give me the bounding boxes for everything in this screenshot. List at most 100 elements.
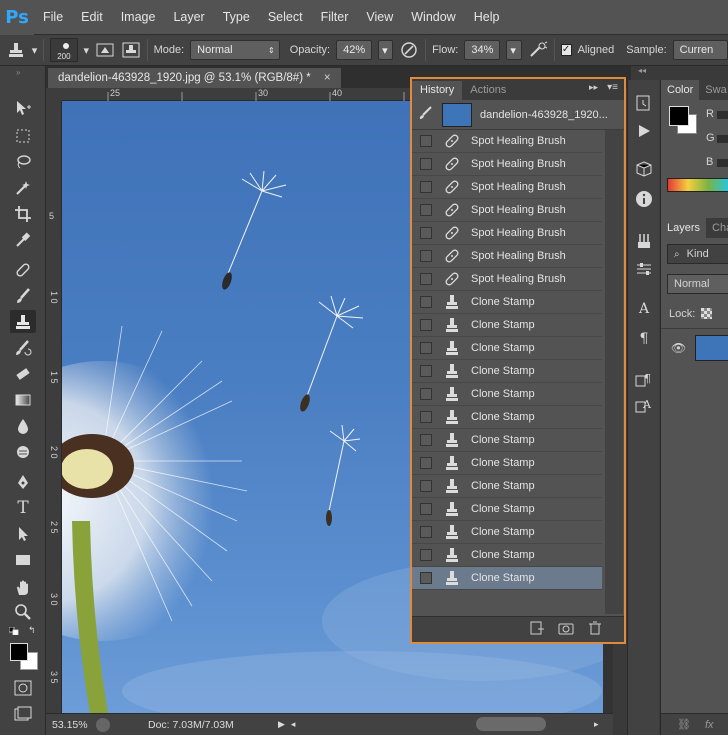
history-source-checkbox[interactable] xyxy=(420,388,432,400)
visibility-eye-icon[interactable]: 👁 xyxy=(671,341,686,355)
rectangle-tool-icon[interactable] xyxy=(10,548,36,571)
history-source-checkbox[interactable] xyxy=(420,526,432,538)
history-source-checkbox[interactable] xyxy=(420,549,432,561)
quick-selection-tool-icon[interactable] xyxy=(10,176,36,199)
history-state-row[interactable]: Spot Healing Brush xyxy=(412,199,602,222)
menu-edit[interactable]: Edit xyxy=(72,0,112,35)
history-scrollbar[interactable] xyxy=(605,130,623,614)
menu-help[interactable]: Help xyxy=(465,0,509,35)
history-source-checkbox[interactable] xyxy=(420,319,432,331)
history-state-row[interactable]: Spot Healing Brush xyxy=(412,245,602,268)
default-colors-icon[interactable] xyxy=(8,626,19,636)
collapse-panel-icon[interactable]: ▸▸ xyxy=(589,82,598,93)
opacity-input[interactable]: 42% xyxy=(336,40,373,60)
brush-presets-panel-icon[interactable] xyxy=(632,230,656,252)
hand-tool-icon[interactable] xyxy=(10,576,36,599)
new-snapshot-camera-icon[interactable] xyxy=(558,621,574,638)
tab-color[interactable]: Color xyxy=(661,80,700,100)
history-state-row[interactable]: Spot Healing Brush xyxy=(412,153,602,176)
eraser-tool-icon[interactable] xyxy=(10,362,36,385)
menu-type[interactable]: Type xyxy=(214,0,259,35)
history-source-checkbox[interactable] xyxy=(420,250,432,262)
layer-style-fx-icon[interactable]: fx xyxy=(705,719,714,731)
history-state-row[interactable]: Clone Stamp xyxy=(412,360,602,383)
history-state-row[interactable]: Clone Stamp xyxy=(412,452,602,475)
zoom-tool-icon[interactable] xyxy=(10,600,36,623)
close-tab-icon[interactable]: × xyxy=(324,72,331,84)
layer-filter-kind[interactable]: ⌕ Kind xyxy=(667,244,728,264)
blend-mode-select[interactable]: Normal xyxy=(667,274,728,294)
sample-select[interactable]: Curren xyxy=(672,40,728,60)
link-layers-icon[interactable]: ⛓ xyxy=(677,718,691,731)
history-source-checkbox[interactable] xyxy=(420,434,432,446)
path-selection-tool-icon[interactable] xyxy=(10,522,36,545)
history-source-checkbox[interactable] xyxy=(420,158,432,170)
quick-mask-icon[interactable] xyxy=(10,676,36,699)
history-state-row[interactable]: Clone Stamp xyxy=(412,475,602,498)
lock-transparency-icon[interactable] xyxy=(701,308,712,319)
eyedropper-tool-icon[interactable] xyxy=(10,228,36,251)
clone-stamp-tool-preset-icon[interactable] xyxy=(6,39,26,61)
vertical-ruler[interactable]: 5 1 0 1 5 2 0 2 5 3 0 3 5 xyxy=(46,101,62,713)
history-source-checkbox[interactable] xyxy=(420,457,432,469)
info-panel-icon[interactable] xyxy=(632,188,656,210)
ruler-origin[interactable] xyxy=(46,88,62,101)
history-brush-tool-icon[interactable] xyxy=(10,336,36,359)
menu-window[interactable]: Window xyxy=(402,0,464,35)
history-source-checkbox[interactable] xyxy=(420,503,432,515)
paragraph-styles-icon[interactable]: ¶ xyxy=(632,368,656,390)
move-tool-icon[interactable] xyxy=(10,96,36,119)
scroll-left-icon[interactable]: ◂ xyxy=(291,719,296,730)
history-source-checkbox[interactable] xyxy=(420,273,432,285)
dock-collapse-icon[interactable]: ◂◂ xyxy=(638,66,646,75)
history-source-checkbox[interactable] xyxy=(420,572,432,584)
history-source-checkbox[interactable] xyxy=(420,411,432,423)
history-state-row[interactable]: Clone Stamp xyxy=(412,567,602,590)
pen-tool-icon[interactable] xyxy=(10,470,36,493)
character-panel-icon[interactable]: A xyxy=(632,298,656,320)
tool-preset-dropdown-arrow[interactable]: ▾ xyxy=(32,44,38,57)
scroll-right-icon[interactable]: ▸ xyxy=(594,719,599,730)
history-snapshot[interactable]: dandelion-463928_1920... xyxy=(412,100,624,130)
history-state-row[interactable]: Clone Stamp xyxy=(412,383,602,406)
adjustments-panel-icon[interactable] xyxy=(632,258,656,280)
flow-dropdown-arrow[interactable]: ▾ xyxy=(506,40,522,60)
horizontal-scroll-thumb[interactable] xyxy=(476,717,546,731)
lasso-tool-icon[interactable] xyxy=(10,150,36,173)
g-slider[interactable] xyxy=(717,135,728,143)
marquee-tool-icon[interactable] xyxy=(10,124,36,147)
b-slider[interactable] xyxy=(717,159,728,167)
delete-state-trash-icon[interactable] xyxy=(588,621,602,638)
history-source-checkbox[interactable] xyxy=(420,480,432,492)
mode-select[interactable]: Normal ⇕ xyxy=(190,40,280,60)
history-source-checkbox[interactable] xyxy=(420,135,432,147)
document-tab[interactable]: dandelion-463928_1920.jpg @ 53.1% (RGB/8… xyxy=(48,68,341,88)
swap-colors-icon[interactable]: ↰ xyxy=(28,625,36,636)
brush-picker-arrow[interactable]: ▾ xyxy=(84,44,90,57)
history-source-checkbox[interactable] xyxy=(420,296,432,308)
menu-view[interactable]: View xyxy=(357,0,402,35)
type-tool-icon[interactable]: T xyxy=(10,496,36,519)
history-state-row[interactable]: Clone Stamp xyxy=(412,498,602,521)
status-menu-arrow-icon[interactable]: ▶ xyxy=(278,719,285,730)
opacity-dropdown-arrow[interactable]: ▾ xyxy=(378,40,394,60)
menu-layer[interactable]: Layer xyxy=(164,0,213,35)
history-source-checkbox[interactable] xyxy=(420,181,432,193)
gradient-tool-icon[interactable] xyxy=(10,388,36,411)
aligned-checkbox[interactable]: ✓ xyxy=(560,44,572,56)
history-source-checkbox[interactable] xyxy=(420,365,432,377)
clone-source-panel-icon[interactable] xyxy=(121,39,141,61)
tab-channels[interactable]: Cha xyxy=(706,218,728,238)
history-source-checkbox[interactable] xyxy=(420,227,432,239)
tab-actions[interactable]: Actions xyxy=(462,81,514,100)
panel-menu-icon[interactable]: ▾≡ xyxy=(607,82,618,93)
history-state-row[interactable]: Clone Stamp xyxy=(412,544,602,567)
history-brush-source-icon[interactable] xyxy=(418,105,434,124)
blur-tool-icon[interactable] xyxy=(10,414,36,437)
layer-row-background[interactable]: 👁 xyxy=(661,328,728,372)
tab-history[interactable]: History xyxy=(412,81,463,100)
3d-panel-icon[interactable] xyxy=(632,158,656,180)
paragraph-panel-icon[interactable]: ¶ xyxy=(632,328,656,350)
collapse-toolbar-icon[interactable]: » xyxy=(16,68,20,77)
character-styles-icon[interactable]: A xyxy=(632,394,656,416)
